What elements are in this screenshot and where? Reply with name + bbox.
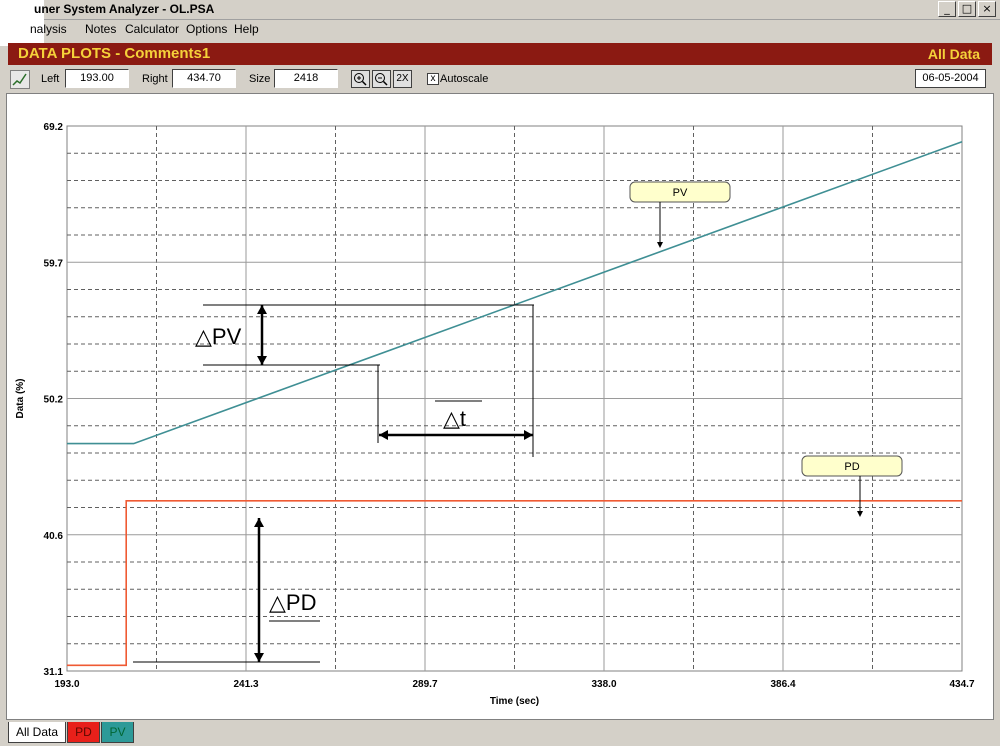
chart-grid bbox=[66, 125, 963, 672]
y-tick-label: 31.1 bbox=[44, 667, 64, 678]
arrow-up-icon bbox=[257, 305, 267, 314]
menu-notes[interactable]: Notes bbox=[85, 22, 116, 36]
delta-t-label: △t bbox=[443, 406, 466, 431]
menu-bar: nalysis Notes Calculator Options Help bbox=[0, 19, 1000, 39]
arrow-up-icon bbox=[254, 518, 264, 527]
x-tick-label: 338.0 bbox=[591, 679, 616, 690]
y-axis-label: Data (%) bbox=[15, 378, 26, 418]
close-button[interactable]: × bbox=[978, 1, 996, 17]
arrow-head-icon bbox=[857, 511, 863, 517]
y-tick-label: 69.2 bbox=[44, 122, 64, 133]
x-tick-label: 434.7 bbox=[949, 679, 974, 690]
arrow-head-icon bbox=[657, 242, 663, 248]
menu-analysis[interactable]: nalysis bbox=[30, 22, 67, 36]
callout-label: PV bbox=[673, 187, 688, 199]
tab-pv[interactable]: PV bbox=[101, 722, 134, 743]
data-plot-chart: 193.0 241.3 289.7 338.0 386.4 434.7 69.2 59.7 50… bbox=[15, 122, 975, 707]
title-bar: uner System Analyzer - OL.PSA _ □ × bbox=[0, 0, 1000, 46]
x-tick-label: 386.4 bbox=[770, 679, 795, 690]
plot-settings-icon[interactable] bbox=[10, 70, 30, 89]
data-tabs: All Data PD PV bbox=[0, 720, 1000, 746]
right-field[interactable]: 434.70 bbox=[172, 69, 236, 88]
x-tick-label: 241.3 bbox=[233, 679, 258, 690]
header-all-data: All Data bbox=[927, 46, 980, 62]
arrow-down-icon bbox=[254, 653, 264, 662]
zoom-in-icon[interactable] bbox=[351, 70, 370, 88]
x-tick-label: 289.7 bbox=[412, 679, 437, 690]
size-field[interactable]: 2418 bbox=[274, 69, 338, 88]
menu-options[interactable]: Options bbox=[186, 22, 227, 36]
data-plots-header: DATA PLOTS - Comments1 All Data bbox=[8, 43, 992, 65]
delta-pv-label: △PV bbox=[195, 324, 242, 349]
y-tick-label: 40.6 bbox=[44, 531, 64, 542]
delta-pd-label: △PD bbox=[269, 590, 316, 615]
callout-pv: PV bbox=[629, 181, 731, 248]
arrow-down-icon bbox=[257, 356, 267, 365]
x-tick-label: 193.0 bbox=[54, 679, 79, 690]
header-title: DATA PLOTS - Comments1 bbox=[18, 45, 211, 62]
window-controls: _ □ × bbox=[938, 1, 996, 17]
tab-all-data[interactable]: All Data bbox=[8, 722, 66, 743]
date-field[interactable]: 06-05-2004 bbox=[915, 69, 986, 88]
right-label: Right bbox=[142, 73, 168, 85]
chart-axes: 193.0 241.3 289.7 338.0 386.4 434.7 69.2 59.7 50… bbox=[15, 122, 975, 707]
maximize-button[interactable]: □ bbox=[958, 1, 976, 17]
tab-pd[interactable]: PD bbox=[67, 722, 100, 743]
plot-toolbar: Left 193.00 Right 434.70 Size 2418 2X x … bbox=[0, 66, 1000, 92]
arrow-left-icon bbox=[379, 430, 388, 440]
y-tick-label: 59.7 bbox=[44, 258, 64, 269]
zoom-2x-button[interactable]: 2X bbox=[393, 70, 412, 88]
chart-annotations: PV PD △PV △t △PD bbox=[133, 181, 903, 663]
plot-panel: 193.0 241.3 289.7 338.0 386.4 434.7 69.2 59.7 50… bbox=[6, 93, 994, 720]
x-axis-label: Time (sec) bbox=[490, 696, 539, 707]
left-field[interactable]: 193.00 bbox=[65, 69, 129, 88]
size-label: Size bbox=[249, 73, 271, 85]
menu-help[interactable]: Help bbox=[234, 22, 259, 36]
arrow-right-icon bbox=[524, 430, 533, 440]
window-title: uner System Analyzer - OL.PSA bbox=[34, 2, 215, 16]
autoscale-checkbox[interactable]: x bbox=[427, 73, 439, 85]
y-tick-label: 50.2 bbox=[44, 395, 64, 406]
minimize-button[interactable]: _ bbox=[938, 1, 956, 17]
left-label: Left bbox=[41, 73, 60, 85]
callout-label: PD bbox=[844, 461, 859, 473]
menu-calculator[interactable]: Calculator bbox=[125, 22, 179, 36]
zoom-out-icon[interactable] bbox=[372, 70, 391, 88]
autoscale-label: Autoscale bbox=[440, 73, 489, 85]
